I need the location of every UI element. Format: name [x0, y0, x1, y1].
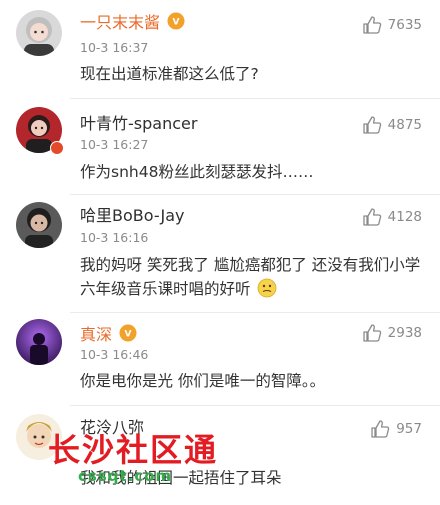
vip-badge-icon: V [119, 324, 137, 342]
thumbs-up-icon [362, 208, 381, 226]
username-text: 一只末末酱 [80, 13, 161, 32]
comment-username[interactable]: 一只末末酱 V [80, 12, 185, 33]
user-avatar[interactable] [16, 10, 62, 56]
like-button[interactable]: 4875 [362, 115, 422, 135]
comment-item: 叶青竹-spancer 10-3 16:27 4875 作为snh48粉丝此刻瑟… [0, 99, 440, 194]
comment-text-content: 我的妈呀 笑死我了 尴尬癌都犯了 还没有我们小学六年级音乐课时唱的好听 [80, 256, 421, 298]
username-text: 花泠八弥 [80, 418, 145, 437]
svg-text:V: V [173, 18, 180, 28]
comment-username[interactable]: 哈里BoBo-Jay [80, 206, 185, 226]
vip-badge-icon: V [167, 12, 185, 30]
like-button[interactable]: 7635 [362, 15, 422, 35]
comment-item: 真深 V 10-3 16:46 2938 你是电你是光 你们是唯一的智障。。 [0, 313, 440, 405]
svg-text:V: V [125, 330, 132, 340]
user-avatar[interactable] [16, 414, 62, 460]
comment-username[interactable]: 叶青竹-spancer [80, 114, 197, 134]
comment-username[interactable]: 真深 V [80, 324, 137, 345]
like-count: 957 [396, 421, 422, 437]
username-text: 真深 [80, 325, 113, 344]
awkward-emoji-icon [258, 278, 277, 298]
comment-item: 哈里BoBo-Jay 10-3 16:16 4128 我的妈呀 笑死我了 尴尬癌… [0, 195, 440, 313]
comment-time: 10-3 16:16 [80, 230, 149, 245]
comment-text: 我的妈呀 笑死我了 尴尬癌都犯了 还没有我们小学六年级音乐课时唱的好听 [80, 253, 425, 301]
comment-text: 我和我的祖国一起捂住了耳朵 [80, 469, 282, 487]
thumbs-up-icon [362, 324, 381, 342]
like-button[interactable]: 957 [370, 419, 422, 439]
user-avatar[interactable] [16, 319, 62, 365]
username-text: 哈里BoBo-Jay [80, 206, 185, 225]
comment-item: 花泠八弥 957 我和我的祖国一起捂住了耳朵 [0, 406, 440, 505]
like-count: 7635 [387, 17, 422, 33]
comment-text: 你是电你是光 你们是唯一的智障。。 [80, 372, 326, 390]
comment-time: 10-3 16:27 [80, 137, 149, 152]
comment-text: 作为snh48粉丝此刻瑟瑟发抖…… [80, 163, 314, 181]
like-count: 4128 [387, 209, 422, 225]
comment-username[interactable]: 花泠八弥 [80, 418, 144, 438]
thumbs-up-icon [362, 116, 381, 134]
like-count: 4875 [387, 117, 422, 133]
comment-text: 现在出道标准都这么低了? [80, 65, 259, 83]
like-button[interactable]: 2938 [362, 323, 422, 343]
thumbs-up-icon [371, 420, 390, 438]
comment-time: 10-3 16:46 [80, 347, 149, 362]
like-button[interactable]: 4128 [362, 207, 422, 227]
thumbs-up-icon [362, 16, 381, 34]
user-avatar[interactable] [16, 202, 62, 248]
avatar-badge [50, 141, 64, 155]
comment-time: 10-3 16:37 [80, 40, 149, 55]
like-count: 2938 [387, 325, 422, 341]
username-text: 叶青竹-spancer [80, 114, 198, 133]
comment-item: 一只末末酱 V 10-3 16:37 7635 现在出道标准都这么低了? [0, 0, 440, 100]
